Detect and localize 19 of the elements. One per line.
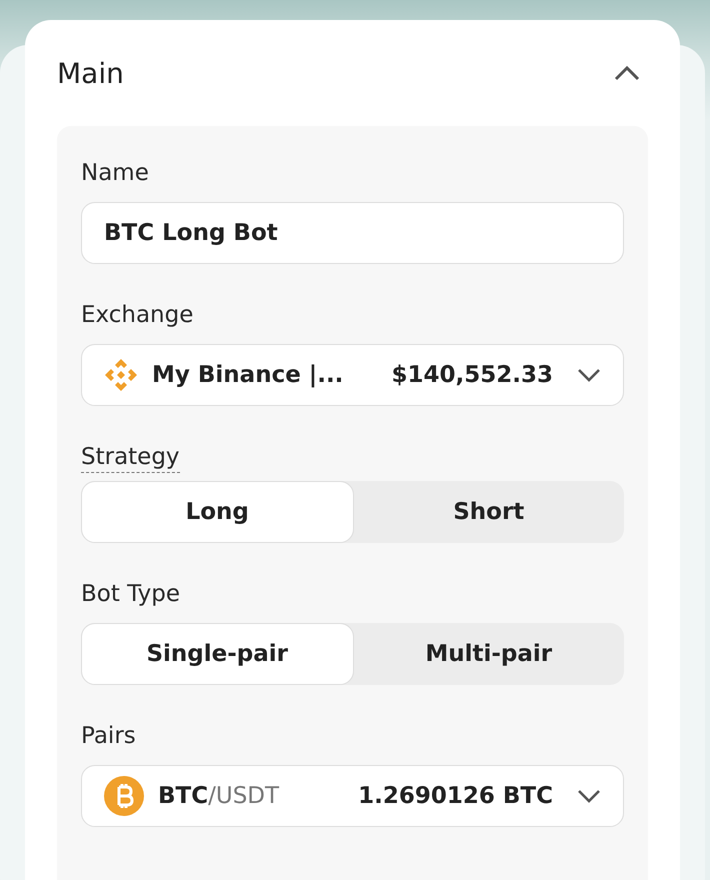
field-label: Strategy <box>81 442 180 473</box>
diamond-logo-icon <box>104 358 138 392</box>
collapse-chevron-icon[interactable] <box>614 65 640 81</box>
section-title: Main <box>57 56 124 90</box>
field-label: Exchange <box>81 301 194 330</box>
strategy-option[interactable]: Short <box>354 481 624 543</box>
pair-name: BTC/USDT <box>158 783 280 809</box>
bot-type-option[interactable]: Single-pair <box>81 623 354 685</box>
field-label: Name <box>81 159 149 188</box>
dropdown-chevron-icon <box>577 368 601 382</box>
field-label: Bot Type <box>81 580 180 609</box>
strategy-option[interactable]: Long <box>81 481 354 543</box>
pair-dropdown[interactable]: BTC/USDT 1.2690126 BTC <box>81 765 624 827</box>
coin-icon <box>104 776 144 816</box>
dropdown-chevron-icon <box>577 789 601 803</box>
name-input-field[interactable]: BTC Long Bot <box>81 202 624 264</box>
bot-type-option[interactable]: Multi-pair <box>354 623 624 685</box>
exchange-dropdown[interactable]: My Binance |... $140,552.33 <box>81 344 624 406</box>
field-label: Pairs <box>81 722 136 751</box>
